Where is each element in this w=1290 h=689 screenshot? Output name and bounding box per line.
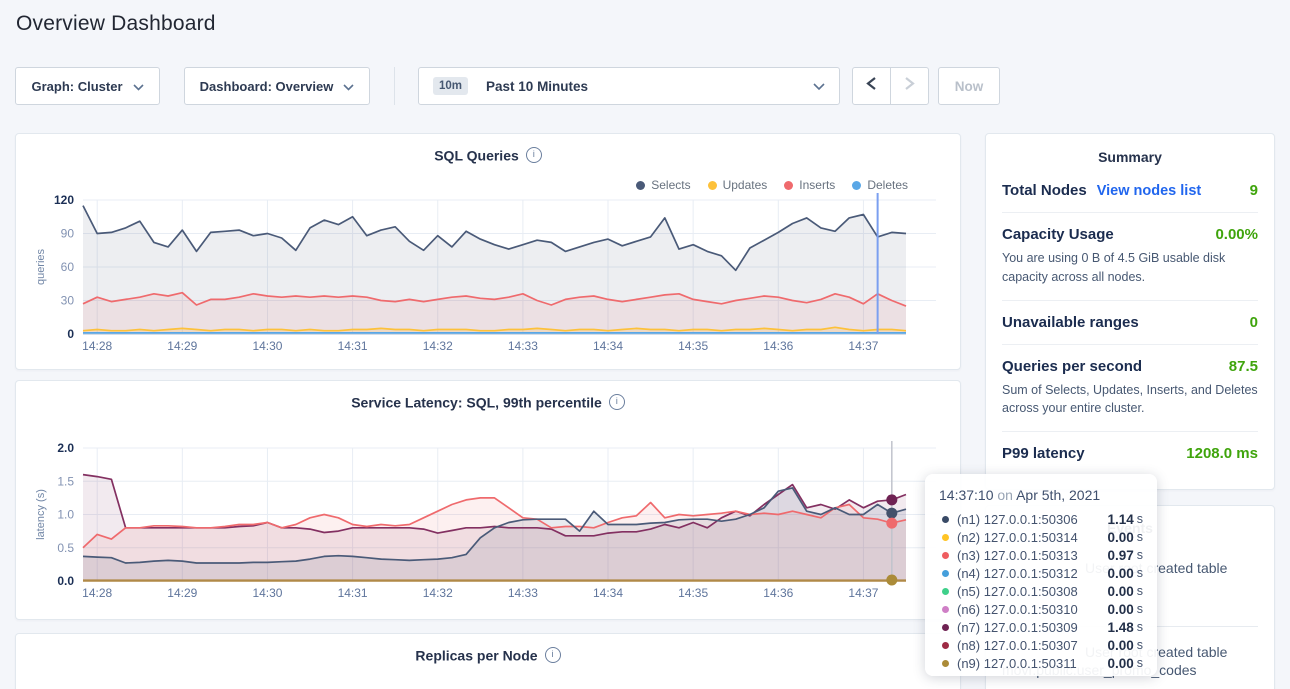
node-color-dot-icon xyxy=(942,552,949,559)
svg-text:14:36: 14:36 xyxy=(763,586,793,600)
svg-text:0: 0 xyxy=(67,327,74,341)
chevron-down-icon xyxy=(133,79,144,94)
svg-text:14:37: 14:37 xyxy=(848,586,878,600)
graph-scope-dropdown[interactable]: Graph: Cluster xyxy=(15,67,160,105)
now-button-label: Now xyxy=(955,79,984,94)
svg-text:14:33: 14:33 xyxy=(508,586,538,600)
tooltip-node-row: (n3) 127.0.0.1:503130.97s xyxy=(939,546,1143,564)
total-nodes-value: 9 xyxy=(1250,182,1258,199)
tooltip-node-row: (n8) 127.0.0.1:503070.00s xyxy=(939,636,1143,654)
svg-text:14:36: 14:36 xyxy=(763,339,793,353)
svg-text:14:31: 14:31 xyxy=(338,339,368,353)
svg-text:1.0: 1.0 xyxy=(57,508,74,522)
qps-desc: Sum of Selects, Updates, Inserts, and De… xyxy=(1002,381,1258,419)
svg-text:14:34: 14:34 xyxy=(593,339,623,353)
time-range-label: Past 10 Minutes xyxy=(486,79,588,94)
dashboard-dropdown[interactable]: Dashboard: Overview xyxy=(184,67,370,105)
p99-latency-label: P99 latency xyxy=(1002,445,1085,462)
dashboard-label: Dashboard: Overview xyxy=(200,79,334,94)
replicas-per-node-card: Replicas per Nodei xyxy=(15,633,961,689)
capacity-usage-label: Capacity Usage xyxy=(1002,226,1114,243)
svg-text:14:28: 14:28 xyxy=(82,586,112,600)
time-next-button[interactable] xyxy=(890,67,929,105)
chevron-down-icon xyxy=(813,79,825,94)
unavailable-ranges-value: 0 xyxy=(1250,314,1258,331)
replicas-per-node-title: Replicas per Nodei xyxy=(16,646,960,663)
node-color-dot-icon xyxy=(942,534,949,541)
svg-text:2.0: 2.0 xyxy=(57,441,74,455)
chevron-left-icon xyxy=(866,76,877,96)
time-range-dropdown[interactable]: 10m Past 10 Minutes xyxy=(418,67,840,105)
svg-text:14:33: 14:33 xyxy=(508,339,538,353)
sql-queries-card: SQL Queriesi SelectsUpdatesInsertsDelete… xyxy=(15,133,961,370)
tooltip-node-row: (n7) 127.0.0.1:503091.48s xyxy=(939,618,1143,636)
service-latency-chart[interactable]: 0.0 0.5 1.0 1.5 2.0 14:28 14:29 14:30 14:31 14:32… xyxy=(16,381,962,621)
p99-latency-value: 1208.0 ms xyxy=(1186,445,1258,462)
svg-text:14:31: 14:31 xyxy=(338,586,368,600)
total-nodes-label: Total Nodes xyxy=(1002,182,1087,199)
time-range-badge: 10m xyxy=(433,77,468,95)
info-icon[interactable]: i xyxy=(545,647,561,663)
svg-text:14:35: 14:35 xyxy=(678,339,708,353)
node-color-dot-icon xyxy=(942,606,949,613)
svg-text:14:29: 14:29 xyxy=(167,586,197,600)
svg-text:0.5: 0.5 xyxy=(57,541,74,555)
summary-row-p99: P99 latency 1208.0 ms xyxy=(1002,431,1258,475)
tooltip-node-row: (n9) 127.0.0.1:503110.00s xyxy=(939,654,1143,672)
svg-text:90: 90 xyxy=(61,227,75,241)
overview-dashboard-page: Overview Dashboard Graph: Cluster Dashbo… xyxy=(0,0,1290,689)
tooltip-node-row: (n5) 127.0.0.1:503080.00s xyxy=(939,582,1143,600)
svg-text:0.0: 0.0 xyxy=(57,574,74,588)
chart-hover-tooltip: 14:37:10 on Apr 5th, 2021 (n1) 127.0.0.1… xyxy=(925,474,1157,676)
time-prev-button[interactable] xyxy=(852,67,891,105)
svg-text:14:28: 14:28 xyxy=(82,339,112,353)
svg-text:1.5: 1.5 xyxy=(57,474,74,488)
unavailable-ranges-label: Unavailable ranges xyxy=(1002,314,1139,331)
service-latency-card: Service Latency: SQL, 99th percentilei 0… xyxy=(15,380,961,620)
chevron-down-icon xyxy=(343,79,354,94)
node-color-dot-icon xyxy=(942,624,949,631)
node-color-dot-icon xyxy=(942,642,949,649)
svg-text:14:35: 14:35 xyxy=(678,586,708,600)
svg-text:latency (s): latency (s) xyxy=(35,489,47,540)
node-color-dot-icon xyxy=(942,588,949,595)
svg-text:14:29: 14:29 xyxy=(167,339,197,353)
svg-text:14:30: 14:30 xyxy=(252,339,282,353)
svg-text:14:32: 14:32 xyxy=(423,586,453,600)
tooltip-node-row: (n2) 127.0.0.1:503140.00s xyxy=(939,528,1143,546)
sql-queries-chart[interactable]: 0 30 60 90 120 14:28 14:29 14:30 14:31 14:32 14:33… xyxy=(16,134,962,371)
capacity-usage-value: 0.00% xyxy=(1215,226,1258,243)
svg-text:14:34: 14:34 xyxy=(593,586,623,600)
toolbar-divider xyxy=(394,67,395,105)
svg-text:14:37: 14:37 xyxy=(848,339,878,353)
qps-value: 87.5 xyxy=(1229,358,1258,375)
capacity-usage-desc: You are using 0 B of 4.5 GiB usable disk… xyxy=(1002,249,1258,287)
svg-text:queries: queries xyxy=(35,248,47,285)
summary-row-qps: Queries per second 87.5 Sum of Selects, … xyxy=(1002,344,1258,432)
tooltip-timestamp: 14:37:10 on Apr 5th, 2021 xyxy=(939,487,1143,503)
node-color-dot-icon xyxy=(942,570,949,577)
node-color-dot-icon xyxy=(942,516,949,523)
summary-row-unavailable: Unavailable ranges 0 xyxy=(1002,300,1258,344)
svg-text:60: 60 xyxy=(61,260,75,274)
tooltip-node-row: (n4) 127.0.0.1:503120.00s xyxy=(939,564,1143,582)
svg-text:14:30: 14:30 xyxy=(252,586,282,600)
tooltip-node-row: (n1) 127.0.0.1:503061.14s xyxy=(939,510,1143,528)
summary-panel: Summary Total Nodes View nodes list 9 Ca… xyxy=(985,133,1275,490)
tooltip-node-row: (n6) 127.0.0.1:503100.00s xyxy=(939,600,1143,618)
svg-text:120: 120 xyxy=(54,193,74,207)
page-title: Overview Dashboard xyxy=(16,12,216,36)
node-color-dot-icon xyxy=(942,660,949,667)
graph-scope-label: Graph: Cluster xyxy=(31,79,122,94)
view-nodes-list-link[interactable]: View nodes list xyxy=(1097,183,1202,199)
summary-title: Summary xyxy=(986,134,1274,174)
svg-text:14:32: 14:32 xyxy=(423,339,453,353)
summary-row-total-nodes: Total Nodes View nodes list 9 xyxy=(1002,174,1258,212)
qps-label: Queries per second xyxy=(1002,358,1142,375)
now-button[interactable]: Now xyxy=(938,67,1000,105)
chevron-right-icon xyxy=(904,76,915,96)
time-nav-group xyxy=(852,67,929,105)
svg-text:30: 30 xyxy=(61,294,75,308)
summary-row-capacity: Capacity Usage 0.00% You are using 0 B o… xyxy=(1002,212,1258,300)
